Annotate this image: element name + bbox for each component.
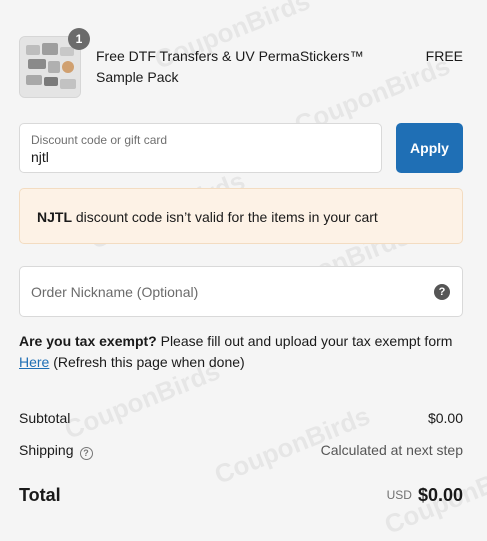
subtotal-label: Subtotal	[19, 410, 71, 426]
tax-exempt-link[interactable]: Here	[19, 354, 49, 370]
error-code: NJTL	[37, 209, 72, 225]
shipping-value: Calculated at next step	[320, 442, 463, 458]
tax-exempt-notice: Are you tax exempt? Please fill out and …	[19, 331, 463, 373]
question-circle-icon[interactable]: ?	[434, 284, 450, 300]
shipping-label-group: Shipping?	[19, 442, 93, 460]
total-label: Total	[19, 485, 61, 505]
apply-discount-button[interactable]: Apply	[396, 123, 463, 173]
tax-exempt-refresh-note: (Refresh this page when done)	[53, 354, 245, 370]
discount-code-input[interactable]: Discount code or gift card njtl	[19, 123, 382, 173]
discount-field-label: Discount code or gift card	[31, 133, 168, 147]
shipping-label: Shipping	[19, 442, 74, 458]
discount-field-value[interactable]: njtl	[31, 149, 49, 165]
quantity-badge: 1	[68, 28, 90, 50]
total-row: Total USD $0.00	[19, 485, 463, 509]
order-nickname-placeholder: Order Nickname (Optional)	[31, 284, 199, 300]
subtotal-value: $0.00	[427, 410, 463, 426]
total-amount: $0.00	[417, 485, 463, 505]
error-message: discount code isn’t valid for the items …	[75, 209, 378, 225]
product-name: Free DTF Transfers & UV PermaStickers™ S…	[96, 48, 364, 85]
tax-exempt-question: Are you tax exempt?	[19, 333, 157, 349]
order-nickname-input[interactable]: Order Nickname (Optional) ?	[19, 266, 463, 317]
cart-line-item: 1 Free DTF Transfers & UV PermaStickers™…	[19, 28, 463, 98]
total-currency: USD	[386, 488, 412, 502]
discount-error-banner: NJTL discount code isn’t valid for the i…	[19, 188, 463, 244]
total-value-group: USD $0.00	[387, 485, 463, 506]
product-price: FREE	[425, 48, 463, 64]
question-circle-icon[interactable]: ?	[79, 447, 93, 460]
tax-exempt-text: Please fill out and upload your tax exem…	[160, 333, 453, 349]
